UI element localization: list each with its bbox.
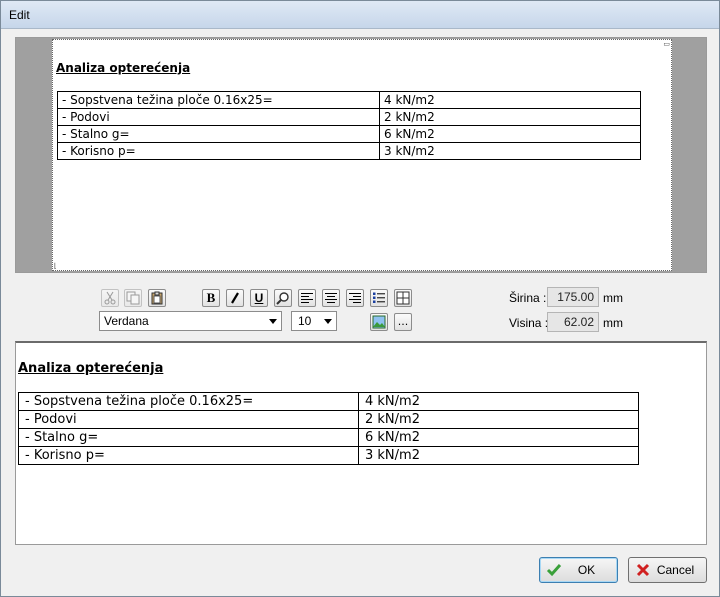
edit-dialog: Edit ▭ ⌊ Analiza opterećenja - Sopstvena… xyxy=(0,0,720,597)
font-size-select[interactable]: 10 xyxy=(291,311,337,331)
table-cell: - Korisno p= xyxy=(18,446,359,465)
table-cell: 2 kN/m2 xyxy=(379,108,641,126)
copy-icon xyxy=(126,291,140,305)
title-bar: Edit xyxy=(1,1,719,29)
copy-button[interactable] xyxy=(124,289,142,307)
font-size-value: 10 xyxy=(298,314,312,328)
preview-heading: Analiza opterećenja xyxy=(56,61,191,75)
align-left-icon xyxy=(301,293,313,303)
table-grid-icon xyxy=(396,291,410,305)
table-cell: - Stalno g= xyxy=(57,125,380,143)
height-unit: mm xyxy=(603,316,623,330)
height-field[interactable]: 62.02 xyxy=(547,312,599,332)
preview-page: ▭ ⌊ Analiza opterećenja - Sopstvena teži… xyxy=(52,39,672,271)
paste-button[interactable] xyxy=(148,289,166,307)
align-right-icon xyxy=(349,293,361,303)
table-cell: 2 kN/m2 xyxy=(358,410,639,429)
cut-button[interactable] xyxy=(101,289,119,307)
underline-button[interactable]: U xyxy=(250,289,268,307)
preview-table: - Sopstvena težina ploče 0.16x25= 4 kN/m2… xyxy=(57,91,641,160)
cancel-button[interactable]: Cancel xyxy=(628,557,707,583)
table-cell: 3 kN/m2 xyxy=(358,446,639,465)
chevron-down-icon xyxy=(269,319,277,324)
magnifier-icon xyxy=(276,292,289,305)
italic-button[interactable] xyxy=(226,289,244,307)
table-row: - Sopstvena težina ploče 0.16x25= 4 kN/m2 xyxy=(18,392,639,411)
table-cell: - Stalno g= xyxy=(18,428,359,447)
image-icon xyxy=(372,315,386,329)
ok-button[interactable]: OK xyxy=(539,557,618,583)
table-button[interactable] xyxy=(394,289,412,307)
align-center-icon xyxy=(325,293,337,303)
find-button[interactable] xyxy=(274,289,292,307)
clipboard-icon xyxy=(151,291,163,305)
scissors-icon xyxy=(104,291,116,305)
table-cell: - Sopstvena težina ploče 0.16x25= xyxy=(57,91,380,109)
bullet-list-icon xyxy=(373,292,385,303)
table-cell: 3 kN/m2 xyxy=(379,142,641,160)
width-field[interactable]: 175.00 xyxy=(547,287,599,307)
font-family-value: Verdana xyxy=(104,314,149,328)
width-unit: mm xyxy=(603,291,623,305)
table-row: - Korisno p= 3 kN/m2 xyxy=(18,446,639,465)
window-title: Edit xyxy=(9,8,30,22)
table-row: - Stalno g= 6 kN/m2 xyxy=(18,428,639,447)
align-right-button[interactable] xyxy=(346,289,364,307)
align-left-button[interactable] xyxy=(298,289,316,307)
underline-icon: U xyxy=(254,291,264,305)
font-family-select[interactable]: Verdana xyxy=(99,311,282,331)
height-label: Visina : xyxy=(509,316,549,330)
preview-area: ▭ ⌊ Analiza opterećenja - Sopstvena teži… xyxy=(15,37,707,273)
table-row: - Sopstvena težina ploče 0.16x25= 4 kN/m2 xyxy=(57,91,641,109)
editor-table: - Sopstvena težina ploče 0.16x25= 4 kN/m2… xyxy=(18,392,639,465)
table-row: - Korisno p= 3 kN/m2 xyxy=(57,142,641,160)
rich-text-editor[interactable]: Analiza opterećenja - Sopstvena težina p… xyxy=(15,341,707,545)
table-cell: 6 kN/m2 xyxy=(358,428,639,447)
table-cell: 4 kN/m2 xyxy=(379,91,641,109)
chevron-down-icon xyxy=(324,319,332,324)
more-options-button[interactable]: ... xyxy=(394,313,412,331)
resize-handle-icon[interactable]: ▭ xyxy=(663,40,670,48)
italic-icon xyxy=(231,292,239,304)
table-cell: - Korisno p= xyxy=(57,142,380,160)
insert-image-button[interactable] xyxy=(370,313,388,331)
editor-heading: Analiza opterećenja xyxy=(18,361,164,376)
checkmark-icon xyxy=(546,564,562,577)
table-row: - Stalno g= 6 kN/m2 xyxy=(57,125,641,143)
align-center-button[interactable] xyxy=(322,289,340,307)
anchor-icon: ⌊ xyxy=(54,262,57,270)
table-cell: 6 kN/m2 xyxy=(379,125,641,143)
width-label: Širina : xyxy=(509,291,547,305)
table-cell: 4 kN/m2 xyxy=(358,392,639,411)
bold-icon: B xyxy=(206,290,216,305)
bullet-list-button[interactable] xyxy=(370,289,388,307)
table-cell: - Sopstvena težina ploče 0.16x25= xyxy=(18,392,359,411)
table-cell: - Podovi xyxy=(18,410,359,429)
table-row: - Podovi 2 kN/m2 xyxy=(18,410,639,429)
table-cell: - Podovi xyxy=(57,108,380,126)
close-icon xyxy=(636,563,650,577)
table-row: - Podovi 2 kN/m2 xyxy=(57,108,641,126)
bold-button[interactable]: B xyxy=(202,289,220,307)
more-options-label: ... xyxy=(397,315,409,328)
